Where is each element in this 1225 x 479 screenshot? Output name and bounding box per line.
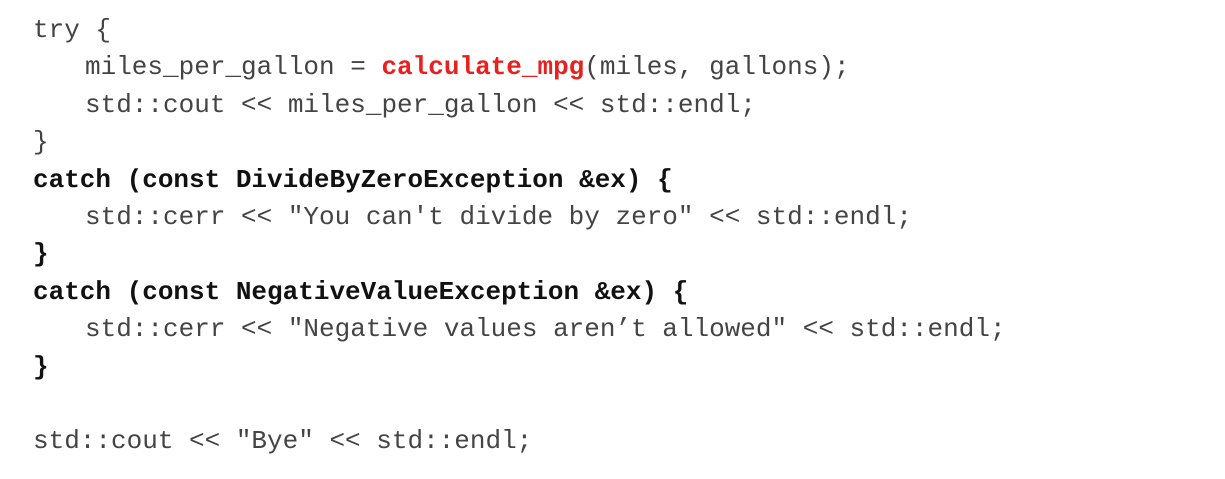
code-line-catch-divide-close: }	[33, 236, 1006, 273]
code-listing: try { miles_per_gallon = calculate_mpg(mi…	[33, 12, 1006, 461]
catch-negative-value: catch (const NegativeValueException &ex)…	[33, 276, 689, 307]
highlighted-function-call: calculate_mpg	[381, 52, 585, 83]
code-line-assign: miles_per_gallon = calculate_mpg(miles, …	[33, 49, 1006, 86]
catch-divide-close-brace: }	[33, 239, 49, 270]
code-line-bye: std::cout << "Bye" << std::endl;	[33, 423, 1006, 460]
assignment-text: miles_per_gallon =	[85, 52, 382, 83]
code-line-catch-negative: catch (const NegativeValueException &ex)…	[33, 274, 1006, 311]
code-line-catch-divide: catch (const DivideByZeroException &ex) …	[33, 162, 1006, 199]
catch-negative-close-brace: }	[33, 351, 49, 382]
cout-statement: std::cout << miles_per_gallon << std::en…	[85, 89, 756, 120]
code-line-catch-negative-close: }	[33, 349, 1006, 386]
cerr-negative-message: std::cerr << "Negative values aren’t all…	[85, 314, 1006, 345]
cerr-divide-message: std::cerr << "You can't divide by zero" …	[85, 201, 912, 232]
code-line-cerr-negative: std::cerr << "Negative values aren’t all…	[33, 311, 1006, 348]
catch-divide-by-zero: catch (const DivideByZeroException &ex) …	[33, 164, 673, 195]
code-line-try: try {	[33, 12, 1006, 49]
cout-bye-statement: std::cout << "Bye" << std::endl;	[33, 426, 533, 457]
try-statement: try {	[33, 15, 112, 45]
code-line-try-close: }	[33, 124, 1006, 161]
function-arguments: (miles, gallons);	[584, 52, 850, 83]
code-line-cerr-divide: std::cerr << "You can't divide by zero" …	[33, 199, 1006, 236]
code-line-cout: std::cout << miles_per_gallon << std::en…	[33, 87, 1006, 124]
try-close-brace: }	[33, 127, 49, 158]
